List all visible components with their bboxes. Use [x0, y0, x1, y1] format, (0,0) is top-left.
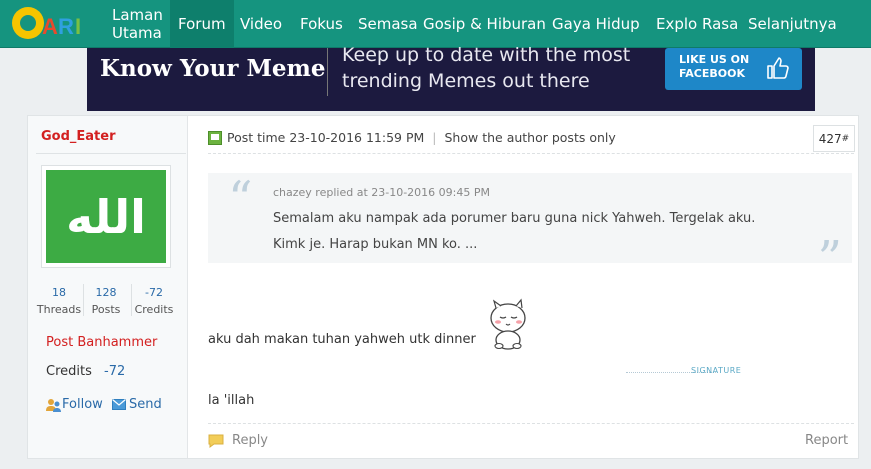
stat-threads[interactable]: 18 Threads	[35, 284, 83, 318]
nav-gosip-hiburan[interactable]: Gosip & Hiburan	[423, 0, 546, 48]
nav-selanjutnya[interactable]: Selanjutnya	[748, 0, 837, 48]
ad-brand: Know Your Meme	[100, 55, 326, 82]
svg-text:A: A	[42, 14, 58, 39]
post-time: Post time 23-10-2016 11:59 PM	[227, 130, 425, 145]
forum-post: God_Eater الله 18 Threads 128 Posts -72 …	[27, 115, 859, 459]
stat-value: -72	[145, 286, 163, 299]
reply-icon	[208, 434, 224, 448]
reply-button[interactable]: Reply	[208, 433, 268, 448]
nav-laman-utama[interactable]: Laman Utama	[112, 0, 163, 48]
author-sidebar: God_Eater الله 18 Threads 128 Posts -72 …	[28, 116, 188, 458]
svg-text:R: R	[58, 14, 74, 39]
quote-meta: chazey replied at 23-10-2016 09:45 PM	[273, 186, 490, 199]
stat-value: 128	[95, 286, 117, 299]
sticker-emoticon-icon	[490, 298, 526, 350]
floor-value: 427	[818, 131, 842, 146]
floor-hash: #	[841, 133, 850, 144]
stat-value: 18	[52, 286, 66, 299]
svg-text:I: I	[75, 14, 81, 39]
nav-video[interactable]: Video	[240, 0, 282, 48]
nav-label: Utama	[112, 24, 162, 42]
quote-close-icon: ”	[817, 231, 842, 287]
reply-label: Reply	[232, 433, 269, 448]
stat-label: Threads	[36, 303, 82, 316]
ad-divider	[327, 48, 328, 96]
cari-logo[interactable]: A R I	[8, 4, 92, 44]
avatar-glyph: الله	[66, 189, 146, 244]
avatar-image: الله	[46, 170, 166, 263]
follow-icon	[46, 398, 61, 412]
send-message-button[interactable]: Send	[112, 397, 162, 412]
divider	[208, 423, 854, 424]
signature-text: la 'illah	[208, 393, 255, 408]
nav-explo-rasa[interactable]: Explo Rasa	[656, 0, 738, 48]
avatar[interactable]: الله	[41, 165, 171, 268]
stat-label: Posts	[91, 303, 121, 316]
quote-open-icon: “	[228, 171, 253, 227]
nav-gaya-hidup[interactable]: Gaya Hidup	[552, 0, 640, 48]
like-us-facebook-button[interactable]: LIKE US ON FACEBOOK	[665, 48, 802, 90]
divider	[208, 153, 854, 154]
post-message: aku dah makan tuhan yahweh utk dinner	[208, 332, 476, 347]
post-header: Post time 23-10-2016 11:59 PM | Show the…	[208, 130, 616, 145]
stat-posts[interactable]: 128 Posts	[82, 284, 130, 318]
ad-tagline: Keep up to date with the most trending M…	[342, 44, 631, 92]
author-name[interactable]: God_Eater	[41, 129, 116, 144]
top-nav-bar: A R I Laman Utama Forum Video Fokus Sema…	[0, 0, 871, 48]
nav-semasa[interactable]: Semasa	[358, 0, 418, 48]
signature-label: SIGNATURE	[691, 366, 742, 375]
report-link[interactable]: Report	[805, 433, 848, 448]
post-floor-number[interactable]: 427 #	[813, 125, 855, 152]
show-author-only-link[interactable]: Show the author posts only	[445, 130, 616, 145]
nav-label: Laman	[112, 6, 163, 24]
stat-credits[interactable]: -72 Credits	[130, 284, 178, 318]
nav-forum[interactable]: Forum	[170, 0, 234, 48]
envelope-icon	[112, 399, 126, 410]
thumbs-up-icon	[767, 57, 789, 79]
divider	[36, 153, 186, 154]
ad-banner[interactable]: Know Your Meme Keep up to date with the …	[87, 44, 815, 111]
follow-button[interactable]: Follow	[46, 397, 103, 412]
user-group[interactable]: Post Banhammer	[46, 335, 157, 350]
quote-block: “ chazey replied at 23-10-2016 09:45 PM …	[208, 171, 852, 285]
follow-label: Follow	[62, 397, 103, 412]
send-label: Send	[129, 397, 162, 412]
post-time-icon	[208, 130, 222, 145]
credits-value: -72	[104, 364, 126, 379]
separator: |	[432, 130, 437, 145]
quote-text: Semalam aku nampak ada porumer baru guna…	[273, 211, 756, 252]
stat-label: Credits	[134, 303, 174, 316]
nav-fokus[interactable]: Fokus	[300, 0, 343, 48]
credits-label: Credits	[46, 364, 92, 379]
